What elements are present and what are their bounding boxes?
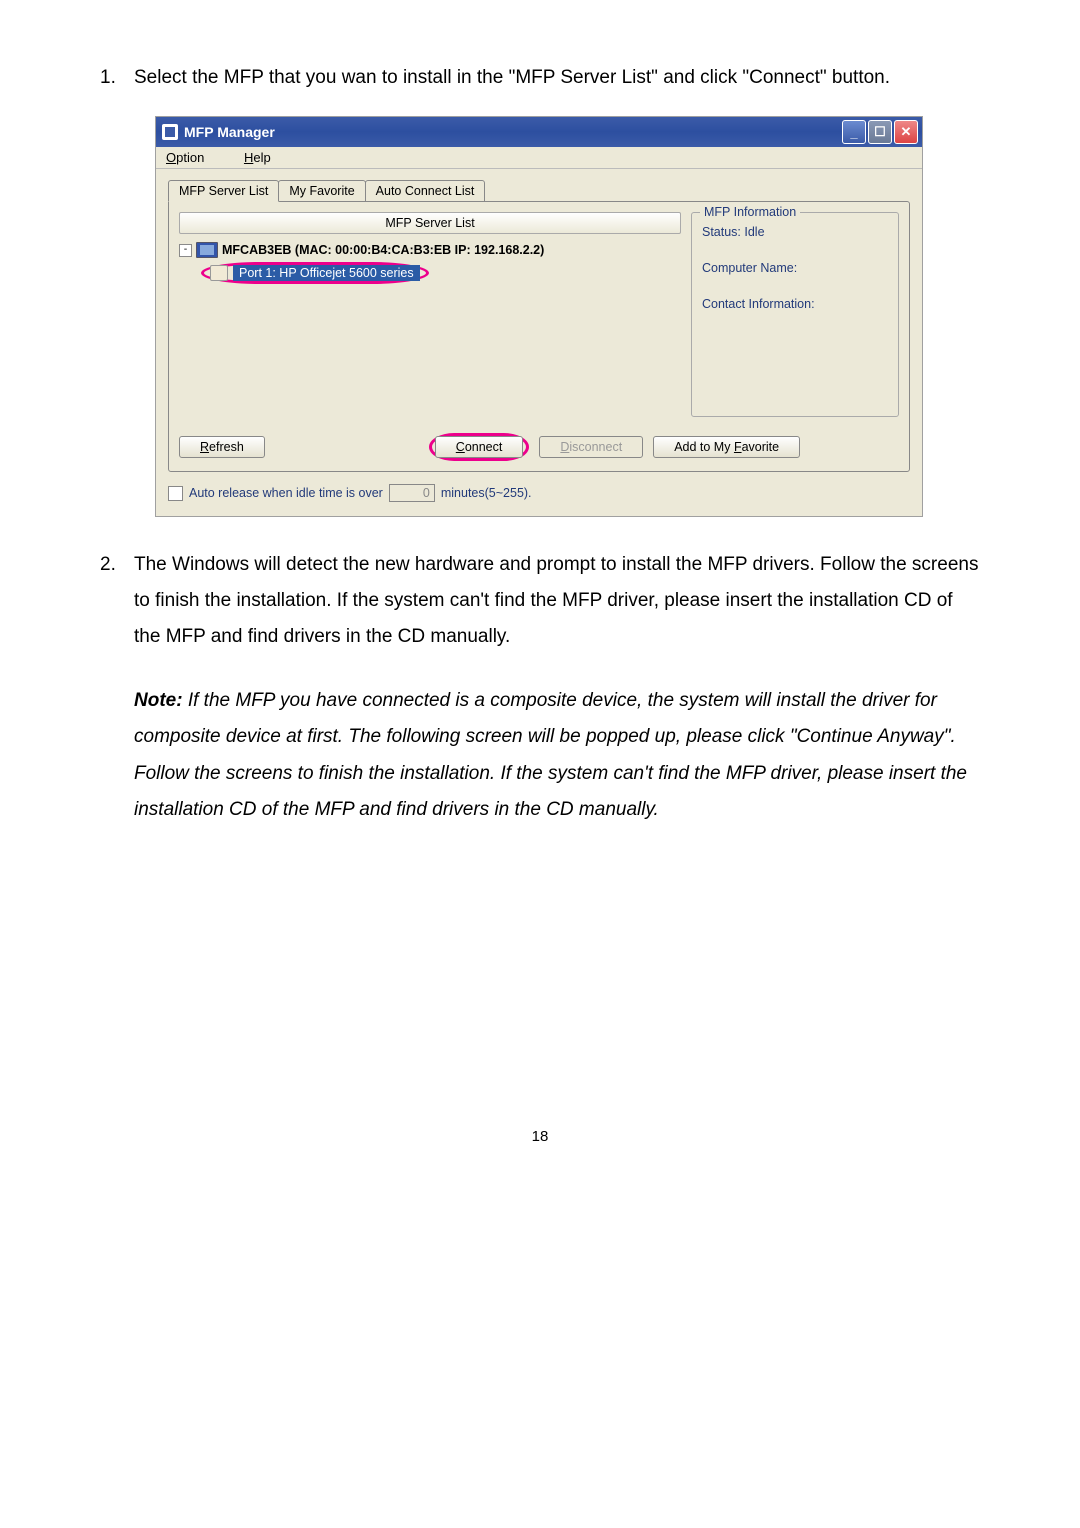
info-contact: Contact Information: [702, 297, 888, 311]
server-tree: - MFCAB3EB (MAC: 00:00:B4:CA:B3:EB IP: 1… [179, 240, 681, 286]
printer-icon [210, 265, 228, 281]
titlebar: MFP Manager _ ☐ ✕ [156, 117, 922, 147]
note-label: Note: [134, 690, 183, 711]
tabs: MFP Server List My Favorite Auto Connect… [168, 179, 910, 201]
connect-button[interactable]: Connect [435, 436, 524, 458]
auto-release-label: Auto release when idle time is over [189, 486, 383, 500]
step-2-num: 2. [100, 547, 122, 655]
menu-help[interactable]: Help [244, 150, 289, 165]
note-text: If the MFP you have connected is a compo… [134, 690, 967, 819]
app-icon [162, 124, 178, 140]
tree-collapse-icon[interactable]: - [179, 244, 192, 257]
footer-row: Auto release when idle time is over 0 mi… [168, 484, 910, 502]
info-legend: MFP Information [700, 205, 800, 219]
mfp-information-group: MFP Information Status: Idle Computer Na… [691, 212, 899, 417]
auto-release-checkbox[interactable] [168, 486, 183, 501]
minutes-input[interactable]: 0 [389, 484, 435, 502]
tree-server-label: MFCAB3EB (MAC: 00:00:B4:CA:B3:EB IP: 192… [222, 243, 544, 257]
menu-option[interactable]: Option [166, 150, 222, 165]
tab-server-list[interactable]: MFP Server List [168, 180, 279, 202]
step-2: 2. The Windows will detect the new hardw… [100, 547, 980, 655]
info-status: Status: Idle [702, 225, 888, 239]
note-block: Note: If the MFP you have connected is a… [134, 683, 980, 827]
window-title: MFP Manager [184, 124, 275, 140]
tree-server-row[interactable]: - MFCAB3EB (MAC: 00:00:B4:CA:B3:EB IP: 1… [179, 240, 681, 260]
connect-highlight-oval: Connect [429, 433, 530, 461]
minutes-label: minutes(5~255). [441, 486, 532, 500]
close-button[interactable]: ✕ [894, 120, 918, 144]
tab-panel: MFP Server List - MFCAB3EB (MAC: 00:00:B… [168, 201, 910, 472]
disconnect-button[interactable]: Disconnect [539, 436, 643, 458]
add-favorite-button[interactable]: Add to My Favorite [653, 436, 800, 458]
page-number: 18 [100, 1128, 980, 1145]
maximize-button[interactable]: ☐ [868, 120, 892, 144]
step-1-num: 1. [100, 60, 122, 96]
port-highlight-oval: Port 1: HP Officejet 5600 series [201, 262, 429, 284]
client-area: MFP Server List My Favorite Auto Connect… [156, 169, 922, 516]
menubar: Option Help [156, 147, 922, 169]
mfp-manager-window: MFP Manager _ ☐ ✕ Option Help MFP Server… [155, 116, 923, 517]
step-2-body: The Windows will detect the new hardware… [134, 547, 980, 655]
info-computer: Computer Name: [702, 261, 888, 275]
button-row: Refresh Connect Disconnect Add to My Fav… [179, 433, 899, 461]
tree-port-row[interactable]: Port 1: HP Officejet 5600 series [179, 260, 681, 286]
tab-my-favorite[interactable]: My Favorite [278, 180, 365, 202]
minimize-button[interactable]: _ [842, 120, 866, 144]
step-1: 1. Select the MFP that you wan to instal… [100, 60, 980, 96]
list-header: MFP Server List [179, 212, 681, 234]
server-list-panel: MFP Server List - MFCAB3EB (MAC: 00:00:B… [179, 212, 681, 417]
tab-auto-connect[interactable]: Auto Connect List [365, 180, 486, 202]
refresh-button[interactable]: Refresh [179, 436, 265, 458]
step-1-body: Select the MFP that you wan to install i… [134, 60, 980, 96]
server-icon [196, 242, 218, 258]
tree-port-label: Port 1: HP Officejet 5600 series [233, 265, 420, 281]
